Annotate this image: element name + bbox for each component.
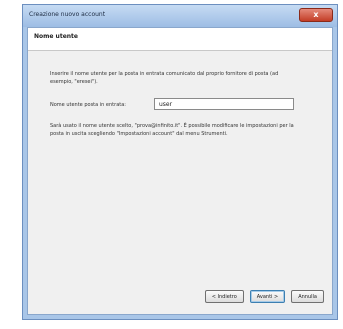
wizard-buttons: < Indietro Avanti > Annulla	[204, 290, 324, 304]
close-icon: x	[313, 10, 319, 19]
note-text: Sarà usato il nome utente scelto, "prova…	[50, 123, 294, 137]
cancel-button[interactable]: Annulla	[291, 290, 324, 303]
title-bar[interactable]: Creazione nuovo account x	[23, 5, 337, 27]
username-input[interactable]	[154, 98, 294, 110]
back-button[interactable]: < Indietro	[204, 290, 244, 303]
next-button[interactable]: Avanti >	[249, 290, 286, 303]
page-title: Nome utente	[34, 33, 78, 40]
wizard-client-area: Nome utente Inserire il nome utente per …	[27, 27, 333, 315]
wizard-content: Inserire il nome utente per la posta in …	[50, 70, 300, 150]
username-label: Nome utente posta in entrata:	[50, 102, 126, 108]
account-wizard-window: Creazione nuovo account x Nome utente In…	[22, 4, 338, 320]
intro-text: Inserire il nome utente per la posta in …	[50, 71, 279, 85]
close-button[interactable]: x	[299, 8, 333, 22]
wizard-header: Nome utente	[28, 28, 332, 51]
window-title: Creazione nuovo account	[29, 11, 106, 18]
username-row: Nome utente posta in entrata:	[50, 98, 300, 112]
